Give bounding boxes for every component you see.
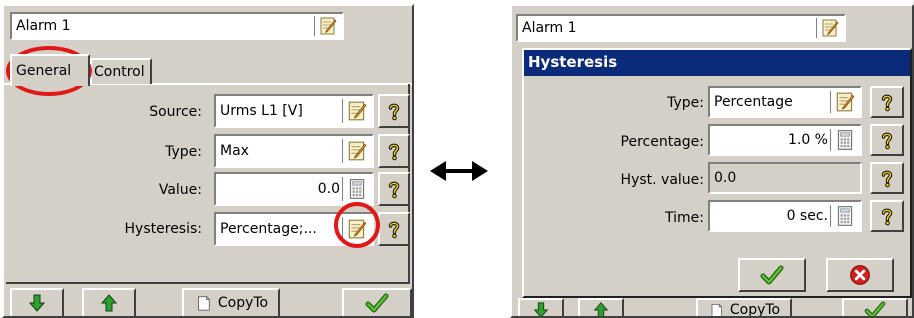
edit-icon[interactable]	[820, 18, 840, 38]
field-separator	[830, 91, 832, 113]
arrow-down-icon	[27, 293, 47, 313]
hysteresis-help-button[interactable]	[378, 212, 410, 246]
move-up-button[interactable]	[578, 298, 624, 318]
field-separator	[342, 177, 344, 201]
alarm-name-field[interactable]: Alarm 1	[516, 14, 846, 42]
alarm-name-value: Alarm 1	[16, 18, 71, 34]
dialog-type-help-button[interactable]	[870, 86, 904, 118]
help-icon	[877, 91, 897, 113]
dialog-hyst-value-value: 0.0	[714, 170, 737, 186]
checkmark-icon	[365, 293, 389, 313]
field-separator	[314, 16, 316, 36]
right-alarm-window: Alarm 1 CopyTo Hysteresis Type: Percenta…	[510, 4, 914, 318]
calculator-icon[interactable]	[834, 129, 856, 151]
field-separator	[342, 139, 344, 163]
dialog-type-value: Percentage	[714, 94, 793, 110]
field-separator	[830, 205, 832, 227]
arrow-up-icon	[592, 301, 610, 318]
edit-icon[interactable]	[346, 100, 368, 122]
dialog-percentage-help-button[interactable]	[870, 124, 904, 156]
type-field[interactable]: Max	[214, 134, 374, 168]
copyto-button[interactable]: CopyTo	[182, 288, 280, 316]
tab-general[interactable]: General	[10, 54, 90, 86]
dialog-time-value: 0 sec.	[786, 208, 828, 224]
hysteresis-dialog: Hysteresis Type: Percentage Percentage: …	[522, 48, 912, 298]
edit-icon[interactable]	[834, 91, 856, 113]
dialog-title: Hysteresis	[528, 53, 618, 71]
dialog-type-field[interactable]: Percentage	[708, 86, 862, 118]
dialog-ok-button[interactable]	[738, 258, 806, 292]
dialog-percentage-field[interactable]: 1.0 %	[708, 124, 862, 156]
move-up-button[interactable]	[82, 288, 136, 316]
type-value: Max	[220, 143, 249, 159]
type-label: Type:	[165, 144, 202, 160]
field-separator	[816, 18, 818, 38]
dialog-hyst-value-field: 0.0	[708, 162, 862, 194]
tab-control[interactable]: Control	[90, 58, 152, 84]
move-down-button[interactable]	[518, 298, 564, 318]
value-help-button[interactable]	[378, 172, 410, 206]
move-down-button[interactable]	[10, 288, 64, 316]
alarm-name-field[interactable]: Alarm 1	[10, 12, 344, 40]
help-icon	[384, 178, 404, 200]
field-separator	[830, 129, 832, 151]
calculator-icon[interactable]	[346, 178, 368, 200]
type-help-button[interactable]	[378, 134, 410, 168]
checkmark-icon	[864, 301, 886, 318]
help-icon	[877, 167, 897, 189]
source-label: Source:	[149, 104, 202, 120]
highlight-circle-edit-icon	[334, 202, 380, 248]
cancel-icon	[849, 264, 871, 286]
ok-button[interactable]	[842, 298, 908, 318]
arrow-down-icon	[532, 301, 550, 318]
dialog-cancel-button[interactable]	[826, 258, 894, 292]
source-help-button[interactable]	[378, 94, 410, 128]
dialog-time-field[interactable]: 0 sec.	[708, 200, 862, 232]
arrow-up-icon	[99, 293, 119, 313]
checkmark-icon	[760, 265, 784, 285]
source-field[interactable]: Urms L1 [V]	[214, 94, 374, 128]
calculator-icon[interactable]	[834, 205, 856, 227]
tab-control-label: Control	[94, 64, 145, 80]
dialog-percentage-label: Percentage:	[620, 134, 704, 150]
dialog-time-help-button[interactable]	[870, 200, 904, 232]
source-value: Urms L1 [V]	[220, 103, 303, 119]
field-separator	[342, 99, 344, 123]
help-icon	[877, 129, 897, 151]
double-headed-arrow-icon	[430, 161, 488, 181]
edit-icon[interactable]	[318, 16, 338, 36]
copyto-button[interactable]: CopyTo	[696, 298, 792, 316]
hysteresis-value: Percentage;...	[220, 221, 317, 237]
hysteresis-label: Hysteresis:	[124, 221, 202, 237]
dialog-time-label: Time:	[665, 210, 704, 226]
help-icon	[877, 205, 897, 227]
dialog-type-label: Type:	[667, 95, 704, 111]
dialog-titlebar: Hysteresis	[524, 50, 910, 76]
value-field[interactable]: 0.0	[214, 172, 374, 206]
dialog-hyst-value-label: Hyst. value:	[620, 172, 704, 188]
value-value: 0.0	[317, 181, 340, 197]
copyto-label: CopyTo	[217, 295, 269, 311]
ok-button[interactable]	[342, 288, 412, 316]
copy-icon	[194, 294, 212, 312]
help-icon	[384, 140, 404, 162]
dialog-percentage-value: 1.0 %	[787, 132, 828, 148]
dialog-hyst-value-help-button[interactable]	[870, 162, 904, 194]
edit-icon[interactable]	[346, 140, 368, 162]
alarm-name-value: Alarm 1	[522, 20, 577, 36]
tab-general-label: General	[16, 63, 72, 79]
value-label: Value:	[158, 182, 202, 198]
help-icon	[384, 218, 404, 240]
help-icon	[384, 100, 404, 122]
